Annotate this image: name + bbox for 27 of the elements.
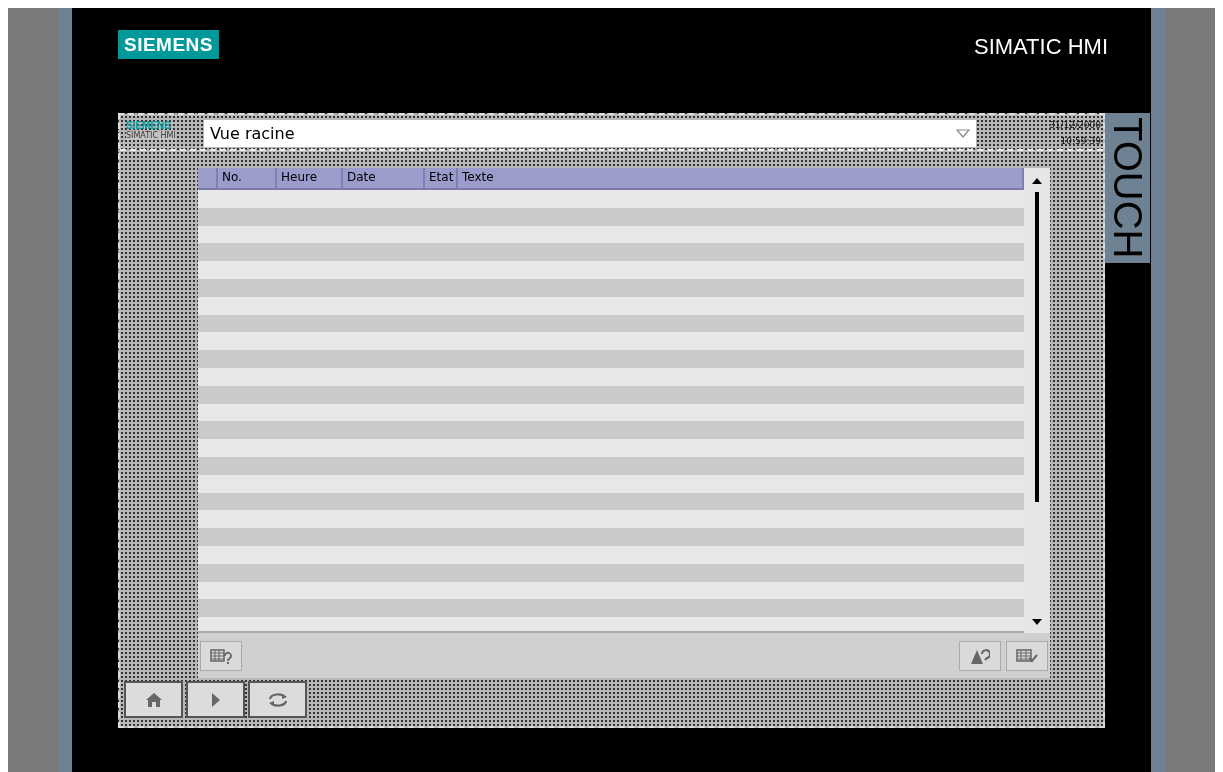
home-button[interactable] [124, 681, 183, 718]
acknowledge-button[interactable] [959, 640, 1001, 671]
side-label: TOUCH [1105, 113, 1150, 263]
scroll-thumb[interactable] [1035, 192, 1039, 502]
info-button[interactable] [200, 640, 242, 671]
column-header[interactable]: Date [343, 168, 425, 188]
warning-acknowledge-icon [970, 646, 990, 665]
screen-select[interactable]: Vue racine [204, 120, 976, 147]
column-header[interactable]: No. [218, 168, 277, 188]
time-label: 10:59:39 [1060, 136, 1101, 146]
mini-logo-subtitle: SIMATIC HMI [126, 131, 176, 140]
dropdown-arrow-icon [956, 129, 970, 138]
scroll-down-icon[interactable] [1032, 619, 1042, 625]
column-header[interactable]: Etat [425, 168, 458, 188]
refresh-icon [266, 691, 289, 708]
mini-logo: SIEMENS [126, 120, 172, 131]
scroll-up-icon[interactable] [1032, 178, 1042, 184]
table-help-icon [210, 647, 232, 664]
model-label: SIMATIC HMI [973, 34, 1108, 60]
edit-button[interactable] [1006, 640, 1048, 671]
next-button[interactable] [186, 681, 245, 718]
brand-logo: SIEMENS [118, 30, 220, 59]
home-icon [144, 691, 163, 708]
refresh-button[interactable] [248, 681, 307, 718]
column-header[interactable]: Heure [277, 168, 343, 188]
table-check-icon [1016, 647, 1038, 664]
play-icon [210, 691, 221, 708]
